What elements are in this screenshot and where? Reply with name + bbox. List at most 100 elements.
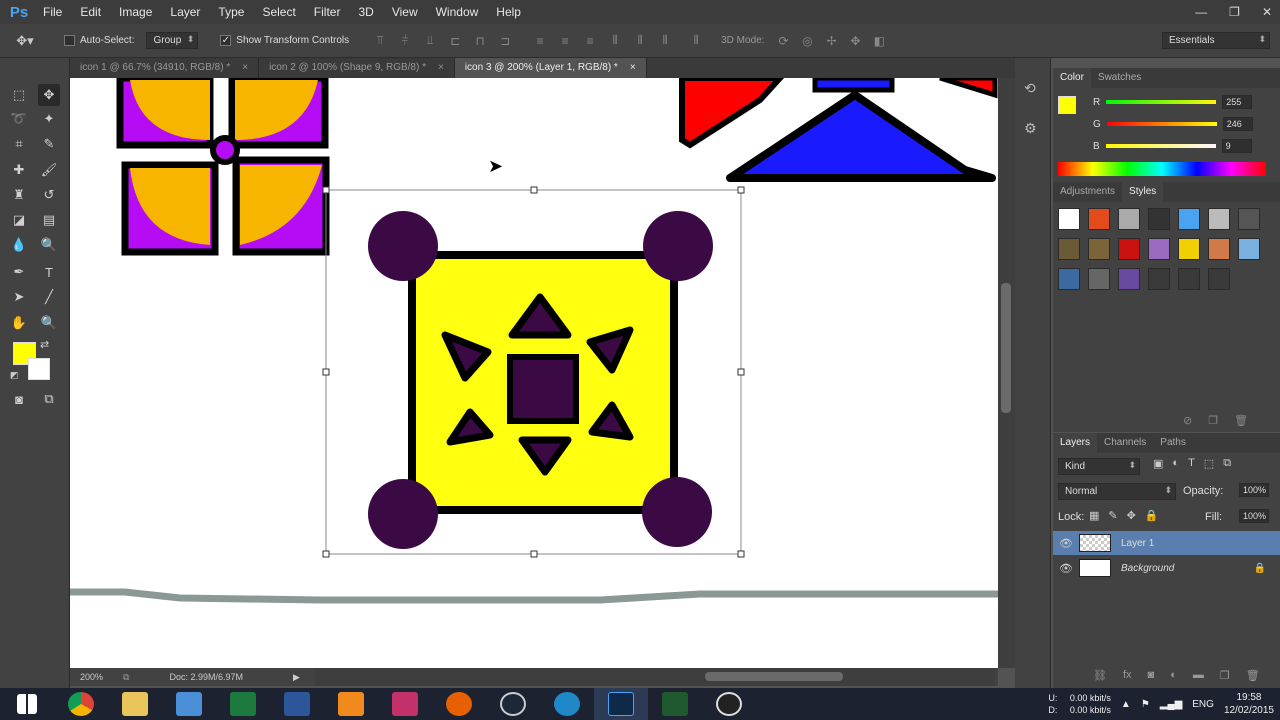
vertical-scrollbar[interactable]: [998, 78, 1015, 668]
close-tab-icon[interactable]: ×: [438, 58, 444, 78]
g-value[interactable]: 246: [1222, 117, 1253, 131]
tray-expand-icon[interactable]: ▲: [1121, 699, 1131, 710]
style-gray[interactable]: [1118, 208, 1140, 230]
distribute-left-icon[interactable]: ⦀: [606, 32, 624, 50]
menu-select[interactable]: Select: [253, 0, 304, 24]
clear-style-icon[interactable]: ⊘: [1183, 414, 1192, 427]
workspace-dropdown[interactable]: Essentials: [1162, 32, 1270, 49]
pen-tool-icon[interactable]: ✒: [8, 261, 30, 283]
g-slider[interactable]: [1106, 122, 1217, 126]
show-transform-option[interactable]: Show Transform Controls: [220, 35, 349, 46]
align-vcenter-icon[interactable]: ⫩: [396, 32, 414, 50]
style-brown[interactable]: [1058, 238, 1080, 260]
menu-view[interactable]: View: [383, 0, 427, 24]
photoshop-taskbar-icon[interactable]: [594, 688, 648, 720]
properties-panel-icon[interactable]: ⚙: [1024, 120, 1037, 137]
align-hcenter-icon[interactable]: ⊓: [471, 32, 489, 50]
menu-filter[interactable]: Filter: [305, 0, 350, 24]
hand-tool-icon[interactable]: ✋: [8, 312, 30, 334]
clone-stamp-tool-icon[interactable]: ♜: [8, 184, 30, 206]
style-slate[interactable]: [1238, 208, 1260, 230]
style-none[interactable]: [1058, 208, 1080, 230]
auto-align-icon[interactable]: ⫴: [687, 32, 705, 50]
status-menu-arrow-icon[interactable]: ▶: [293, 672, 300, 683]
lock-image-icon[interactable]: ✎: [1108, 509, 1117, 522]
tab-layers[interactable]: Layers: [1053, 433, 1098, 453]
layer-filter-dropdown[interactable]: Kind: [1058, 458, 1140, 475]
r-slider[interactable]: [1106, 100, 1217, 104]
tab-color[interactable]: Color: [1053, 68, 1091, 88]
lock-position-icon[interactable]: ✥: [1127, 509, 1136, 522]
tab-paths[interactable]: Paths: [1153, 433, 1193, 453]
quick-mask-icon[interactable]: ◙: [8, 388, 30, 410]
clock[interactable]: 19:58 12/02/2015: [1224, 691, 1274, 717]
move-tool-preset-icon[interactable]: ✥▾: [0, 33, 50, 49]
3d-scale-icon[interactable]: ◧: [870, 32, 888, 50]
background-color-swatch[interactable]: [28, 358, 50, 380]
type-tool-icon[interactable]: T: [38, 261, 60, 283]
new-style-icon[interactable]: ❐: [1208, 414, 1218, 427]
filter-pixel-icon[interactable]: ▣: [1153, 457, 1163, 470]
history-brush-tool-icon[interactable]: ↺: [38, 184, 60, 206]
blur-tool-icon[interactable]: 💧: [8, 234, 30, 256]
b-slider[interactable]: [1105, 144, 1216, 148]
distribute-top-icon[interactable]: ≡: [531, 32, 549, 50]
color-fg-swatch[interactable]: [1058, 96, 1076, 114]
layer-row-layer-1[interactable]: 👁 Layer 1: [1053, 531, 1280, 555]
visibility-eye-icon[interactable]: 👁: [1053, 562, 1079, 575]
align-left-icon[interactable]: ⊏: [446, 32, 464, 50]
windows-start-button[interactable]: [0, 688, 54, 720]
delete-style-icon[interactable]: 🗑: [1234, 414, 1248, 427]
distribute-bottom-icon[interactable]: ≡: [581, 32, 599, 50]
align-top-icon[interactable]: ⫪: [371, 32, 389, 50]
menu-3d[interactable]: 3D: [349, 0, 382, 24]
zoom-tool-icon[interactable]: 🔍: [38, 312, 60, 334]
style-gold[interactable]: [1178, 238, 1200, 260]
align-bottom-icon[interactable]: ⫫: [421, 32, 439, 50]
style-blue[interactable]: [1178, 208, 1200, 230]
document-canvas[interactable]: ➤: [70, 78, 998, 668]
move-tool-icon[interactable]: ✥: [38, 84, 60, 106]
path-selection-tool-icon[interactable]: ➤: [8, 286, 30, 308]
auto-select-option[interactable]: Auto-Select:: [64, 35, 134, 46]
screen-mode-icon[interactable]: ⧉: [38, 388, 60, 410]
align-right-icon[interactable]: ⊐: [496, 32, 514, 50]
horizontal-scroll-thumb[interactable]: [705, 672, 843, 681]
uplay-icon[interactable]: [540, 688, 594, 720]
firefox-icon[interactable]: [432, 688, 486, 720]
layer-row-background[interactable]: 👁 Background 🔒: [1053, 556, 1280, 580]
healing-brush-tool-icon[interactable]: ✚: [8, 159, 30, 181]
layer-style-icon[interactable]: fx: [1123, 669, 1132, 682]
style-silver[interactable]: [1208, 208, 1230, 230]
show-transform-checkbox[interactable]: [220, 35, 232, 46]
3d-orbit-icon[interactable]: ⟳: [774, 32, 792, 50]
style-copper[interactable]: [1208, 238, 1230, 260]
tab-icon-1[interactable]: icon 1 @ 66.7% (34910, RGB/8) * ×: [70, 58, 260, 78]
add-mask-icon[interactable]: ◙: [1148, 669, 1155, 682]
style-multi[interactable]: [1148, 238, 1170, 260]
flag-icon[interactable]: ⚑: [1141, 699, 1150, 710]
distribute-vcenter-icon[interactable]: ≡: [556, 32, 574, 50]
filter-shape-icon[interactable]: ⬚: [1204, 457, 1214, 470]
tab-swatches[interactable]: Swatches: [1091, 68, 1148, 88]
eraser-tool-icon[interactable]: ◪: [8, 209, 30, 231]
tab-styles[interactable]: Styles: [1122, 182, 1164, 202]
delete-layer-icon[interactable]: 🗑: [1246, 669, 1260, 682]
close-tab-icon[interactable]: ×: [630, 58, 636, 78]
color-spectrum[interactable]: [1058, 162, 1266, 176]
swap-colors-icon[interactable]: ⇄: [40, 338, 49, 351]
opacity-value[interactable]: 100%: [1239, 483, 1269, 497]
vertical-scroll-thumb[interactable]: [1001, 283, 1011, 413]
menu-window[interactable]: Window: [427, 0, 488, 24]
filter-adjustment-icon[interactable]: ◐: [1172, 457, 1179, 470]
close-tab-icon[interactable]: ×: [242, 58, 248, 78]
language-indicator[interactable]: ENG: [1192, 699, 1214, 710]
3d-roll-icon[interactable]: ◎: [798, 32, 816, 50]
menu-edit[interactable]: Edit: [71, 0, 110, 24]
new-layer-icon[interactable]: ❐: [1220, 669, 1230, 682]
style-landscape[interactable]: [1058, 268, 1080, 290]
style-empty-1[interactable]: [1148, 268, 1170, 290]
tab-icon-2[interactable]: icon 2 @ 100% (Shape 9, RGB/8) * ×: [259, 58, 455, 78]
restore-button[interactable]: ❐: [1229, 5, 1240, 19]
control-panel-icon[interactable]: [162, 688, 216, 720]
